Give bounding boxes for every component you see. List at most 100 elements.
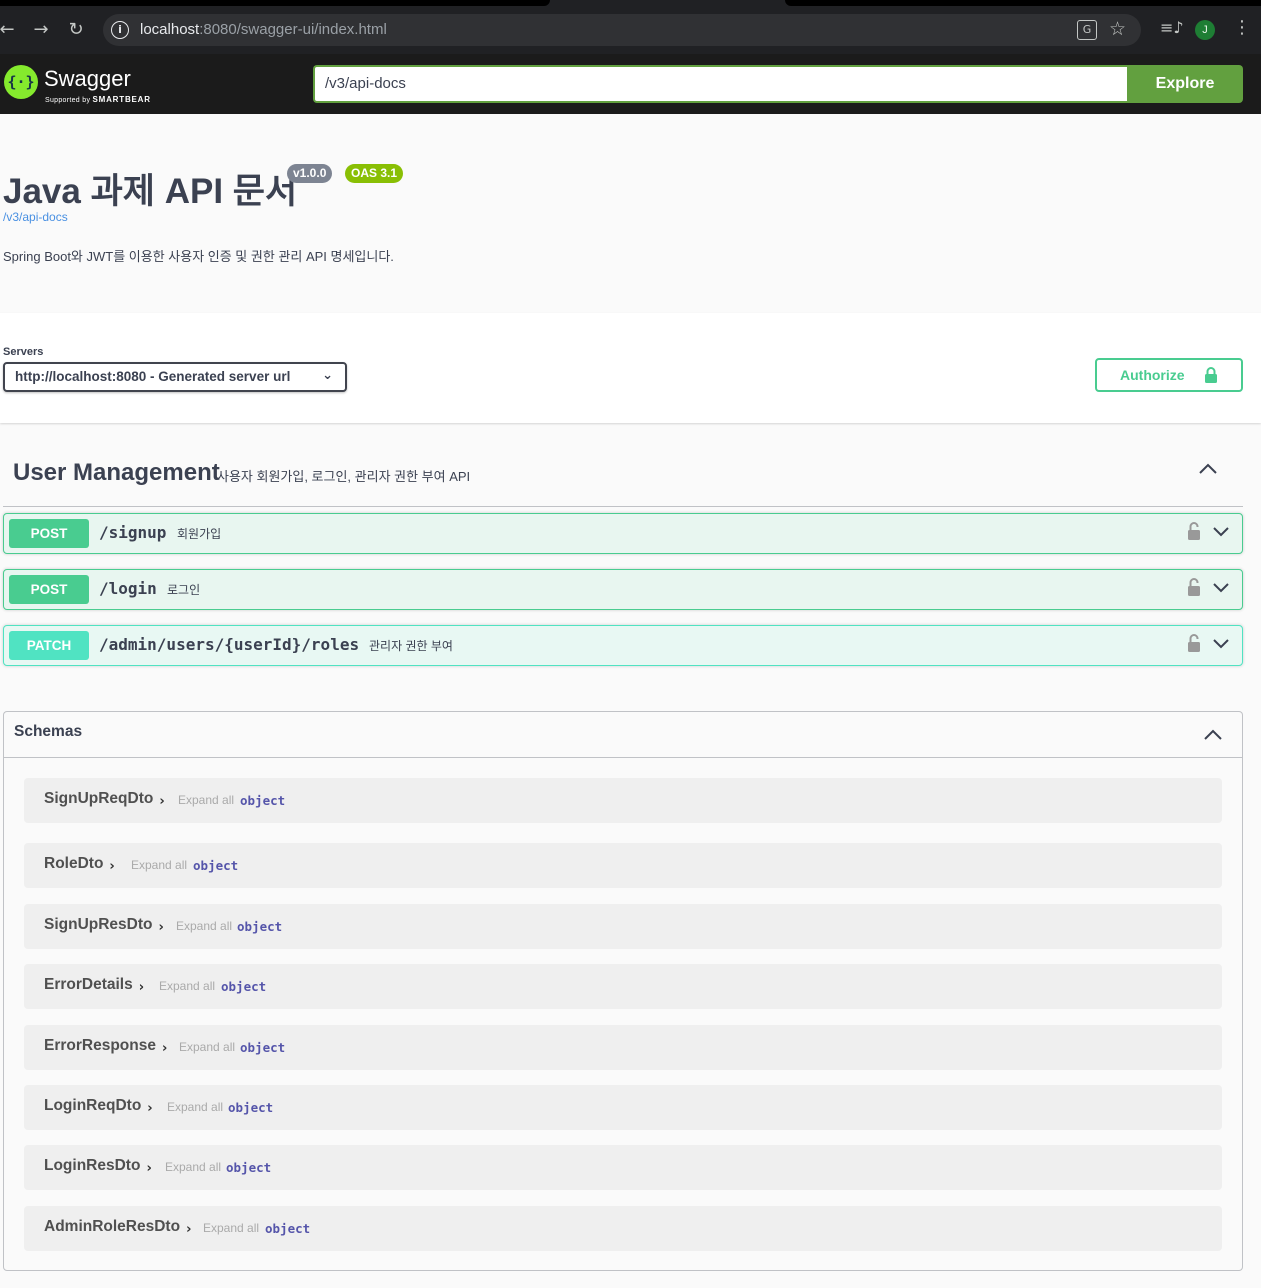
spec-url-input[interactable]: /v3/api-docs xyxy=(313,65,1129,103)
chevron-down-icon: ⌄ xyxy=(322,368,333,383)
operation-path: /admin/users/{userId}/roles xyxy=(99,635,360,654)
operation-path: /login xyxy=(99,579,157,598)
chevron-right-icon: › xyxy=(146,1161,152,1176)
forward-arrow-icon[interactable]: → xyxy=(29,18,53,42)
authorize-label: Authorize xyxy=(1120,367,1185,383)
schema-item[interactable]: ErrorDetails › Expand all object xyxy=(24,964,1222,1009)
api-info: Java 과제 API 문서 v1.0.0 OAS 3.1 /v3/api-do… xyxy=(0,114,1261,313)
expand-all-button[interactable]: Expand all xyxy=(131,858,187,872)
schema-name[interactable]: LoginResDto › xyxy=(44,1157,152,1176)
back-arrow-icon[interactable]: ← xyxy=(0,18,19,42)
schema-name-text: RoleDto xyxy=(44,855,104,872)
unlock-icon[interactable] xyxy=(1187,522,1201,540)
chevron-up-icon[interactable] xyxy=(1196,457,1220,481)
servers-selected-value: http://localhost:8080 - Generated server… xyxy=(15,369,291,384)
schema-item[interactable]: AdminRoleResDto › Expand all object xyxy=(24,1206,1222,1251)
schema-type: object xyxy=(226,1160,272,1175)
bookmark-star-icon[interactable]: ☆ xyxy=(1109,18,1126,40)
version-badge: v1.0.0 xyxy=(287,164,333,183)
explore-button[interactable]: Explore xyxy=(1127,65,1243,103)
unlock-icon[interactable] xyxy=(1187,578,1201,596)
schema-item[interactable]: RoleDto › Expand all object xyxy=(24,843,1222,888)
unlock-icon[interactable] xyxy=(1187,634,1201,652)
operation-path: /signup xyxy=(99,523,167,542)
tag-description: 사용자 회원가입, 로그인, 관리자 권한 부여 API xyxy=(217,469,471,484)
method-badge: POST xyxy=(9,575,89,604)
schema-name-text: ErrorResponse xyxy=(44,1037,156,1054)
operation-summary: 관리자 권한 부여 xyxy=(369,639,453,653)
api-description: Spring Boot와 JWT를 이용한 사용자 인증 및 권한 관리 API… xyxy=(3,249,394,264)
schema-item[interactable]: SignUpResDto › Expand all object xyxy=(24,904,1222,949)
chevron-right-icon: › xyxy=(159,794,165,809)
schema-name[interactable]: SignUpResDto › xyxy=(44,916,164,935)
schema-name[interactable]: SignUpReqDto › xyxy=(44,790,165,809)
url-path: :8080/swagger-ui/index.html xyxy=(199,21,387,38)
translate-icon[interactable]: G xyxy=(1077,20,1097,40)
operation-summary: 로그인 xyxy=(167,583,201,597)
expand-all-button[interactable]: Expand all xyxy=(165,1160,221,1174)
schema-type: object xyxy=(240,793,286,808)
scheme-container: Servers http://localhost:8080 - Generate… xyxy=(0,313,1261,423)
schema-item[interactable]: ErrorResponse › Expand all object xyxy=(24,1025,1222,1070)
method-badge: POST xyxy=(9,519,89,548)
chevron-down-icon[interactable] xyxy=(1212,635,1230,653)
operation-admin-roles[interactable]: PATCH /admin/users/{userId}/roles 관리자 권한… xyxy=(3,625,1243,666)
schemas-header[interactable]: Schemas xyxy=(4,712,1242,758)
schema-name[interactable]: ErrorDetails › xyxy=(44,976,145,995)
schema-item[interactable]: LoginResDto › Expand all object xyxy=(24,1145,1222,1190)
swagger-logo-icon[interactable]: {·} xyxy=(4,65,38,99)
lock-icon xyxy=(1205,367,1217,383)
browser-toolbar: ← → ↻ i localhost:8080/swagger-ui/index.… xyxy=(0,0,1261,54)
schemas-title: Schemas xyxy=(14,723,83,740)
schema-name-text: AdminRoleResDto xyxy=(44,1218,181,1235)
schema-name[interactable]: ErrorResponse › xyxy=(44,1037,167,1056)
expand-all-button[interactable]: Expand all xyxy=(203,1221,259,1235)
media-controls-icon[interactable]: ≡♪ xyxy=(1160,18,1184,37)
schema-item[interactable]: SignUpReqDto › Expand all object xyxy=(24,778,1222,823)
swagger-logo-text[interactable]: Swagger xyxy=(44,66,131,92)
operation-summary: 회원가입 xyxy=(177,527,222,541)
profile-avatar[interactable]: J xyxy=(1195,20,1215,40)
schema-type: object xyxy=(193,858,239,873)
chevron-right-icon: › xyxy=(109,859,115,874)
reload-icon[interactable]: ↻ xyxy=(64,18,88,42)
schema-name-text: ErrorDetails xyxy=(44,976,133,993)
page-title: Java 과제 API 문서 xyxy=(3,172,298,211)
expand-all-button[interactable]: Expand all xyxy=(159,979,215,993)
logo-sub-brand: SMARTBEAR xyxy=(92,95,151,104)
expand-all-button[interactable]: Expand all xyxy=(167,1100,223,1114)
schema-type: object xyxy=(265,1221,311,1236)
spec-link[interactable]: /v3/api-docs xyxy=(3,210,68,224)
chevron-down-icon[interactable] xyxy=(1212,579,1230,597)
schema-name[interactable]: LoginReqDto › xyxy=(44,1097,153,1116)
logo-sub-prefix: Supported by xyxy=(45,97,91,104)
servers-select[interactable]: http://localhost:8080 - Generated server… xyxy=(3,362,347,392)
tag-name: User Management xyxy=(13,459,220,486)
chevron-right-icon: › xyxy=(138,980,145,995)
swagger-logo-subtitle: Supported by SMARTBEAR xyxy=(45,95,151,104)
method-badge: PATCH xyxy=(9,631,89,660)
more-menu-icon[interactable]: ⋮ xyxy=(1233,17,1251,38)
schema-type: object xyxy=(228,1100,274,1115)
site-info-icon[interactable]: i xyxy=(111,21,129,39)
operation-login[interactable]: POST /login 로그인 xyxy=(3,569,1243,610)
schema-name-text: SignUpReqDto xyxy=(44,790,154,807)
address-bar[interactable]: i localhost:8080/swagger-ui/index.html G… xyxy=(103,14,1141,46)
expand-all-button[interactable]: Expand all xyxy=(179,1040,235,1054)
operation-signup[interactable]: POST /signup 회원가입 xyxy=(3,513,1243,554)
chevron-right-icon: › xyxy=(158,920,164,935)
expand-all-button[interactable]: Expand all xyxy=(178,793,234,807)
chevron-down-icon[interactable] xyxy=(1212,523,1230,541)
schema-name[interactable]: AdminRoleResDto › xyxy=(44,1218,191,1237)
schemas-section: Schemas SignUpReqDto › Expand all object … xyxy=(3,711,1243,1271)
expand-all-button[interactable]: Expand all xyxy=(176,919,232,933)
schema-name-text: LoginReqDto xyxy=(44,1097,142,1114)
chevron-up-icon[interactable] xyxy=(1202,724,1224,746)
tag-section-header[interactable]: User Management 사용자 회원가입, 로그인, 관리자 권한 부여… xyxy=(3,451,1243,507)
schema-name-text: LoginResDto xyxy=(44,1157,141,1174)
schema-type: object xyxy=(240,1040,286,1055)
address-url[interactable]: localhost:8080/swagger-ui/index.html xyxy=(140,21,387,38)
schema-item[interactable]: LoginReqDto › Expand all object xyxy=(24,1085,1222,1130)
authorize-button[interactable]: Authorize xyxy=(1095,358,1243,392)
schema-name[interactable]: RoleDto › xyxy=(44,855,115,874)
